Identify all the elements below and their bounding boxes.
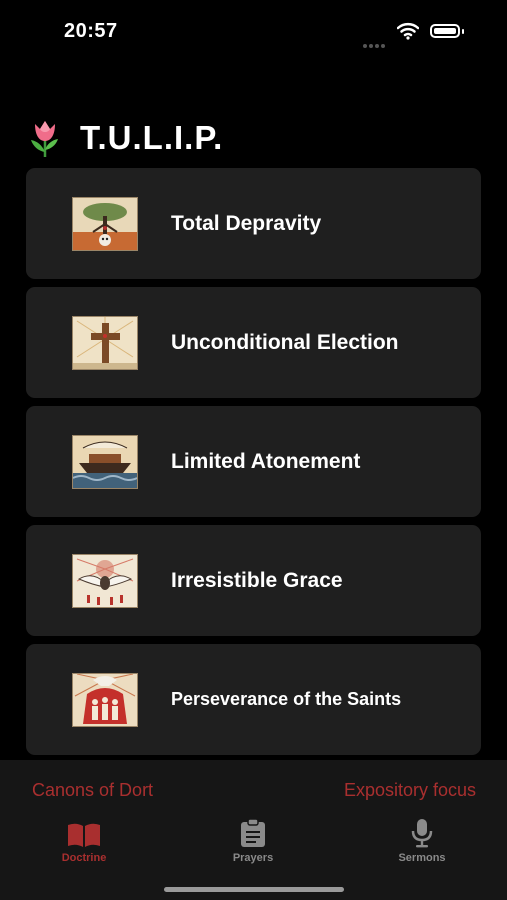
- cellular-signal-icon: [363, 35, 389, 48]
- doctrine-card-limited-atonement[interactable]: Limited Atonement: [26, 406, 481, 517]
- doctrine-title: Limited Atonement: [171, 449, 361, 473]
- doctrine-list: Total Depravity Unconditional Election L…: [26, 168, 481, 763]
- book-icon: [68, 823, 100, 847]
- microphone-icon: [411, 819, 433, 848]
- status-time: 20:57: [64, 20, 118, 42]
- app-title: T.U.L.I.P.: [80, 119, 224, 156]
- home-indicator[interactable]: [164, 887, 344, 892]
- doctrine-card-unconditional-election[interactable]: Unconditional Election: [26, 287, 481, 398]
- cross-icon: [72, 315, 138, 370]
- status-bar: 20:57: [0, 0, 507, 64]
- doctrine-title: Total Depravity: [171, 211, 322, 235]
- doctrine-card-perseverance[interactable]: Perseverance of the Saints: [26, 644, 481, 755]
- app-header: T.U.L.I.P.: [26, 116, 223, 160]
- expository-focus-link[interactable]: Expository focus: [344, 780, 476, 801]
- tree-skull-icon: [72, 196, 138, 251]
- tab-label: Sermons: [398, 852, 446, 864]
- tulip-icon: [31, 121, 58, 157]
- saints-icon: [72, 672, 138, 727]
- ark-icon: [72, 434, 138, 489]
- tab-doctrine[interactable]: Doctrine: [29, 818, 139, 864]
- tab-label: Prayers: [232, 852, 274, 864]
- clipboard-icon: [241, 818, 265, 847]
- doctrine-title: Irresistible Grace: [171, 568, 343, 592]
- tab-sermons[interactable]: Sermons: [367, 818, 477, 864]
- dove-icon: [72, 553, 138, 608]
- doctrine-title: Unconditional Election: [171, 330, 399, 354]
- doctrine-card-irresistible-grace[interactable]: Irresistible Grace: [26, 525, 481, 636]
- doctrine-card-total-depravity[interactable]: Total Depravity: [26, 168, 481, 279]
- tab-prayers[interactable]: Prayers: [198, 818, 308, 864]
- canons-of-dort-link[interactable]: Canons of Dort: [32, 780, 153, 801]
- wifi-icon: [397, 23, 419, 40]
- bottom-panel: Canons of Dort Expository focus Doctrine…: [0, 760, 507, 900]
- battery-icon: [430, 24, 460, 38]
- tab-label: Doctrine: [61, 852, 107, 864]
- doctrine-title: Perseverance of the Saints: [171, 689, 402, 709]
